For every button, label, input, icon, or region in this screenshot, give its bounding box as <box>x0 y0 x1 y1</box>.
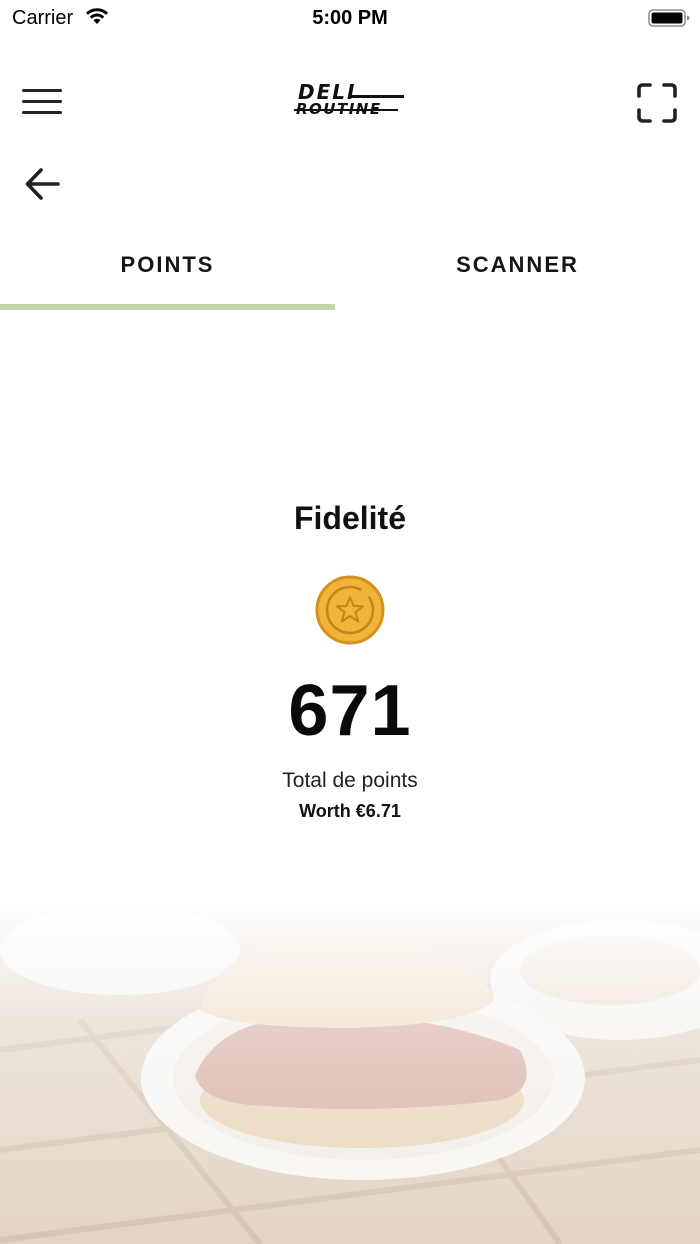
star-coin-icon <box>315 575 385 645</box>
points-total-label: Total de points <box>282 769 418 792</box>
sandwich-background-image <box>0 900 700 1244</box>
loyalty-title: Fidelité <box>293 500 406 536</box>
arrow-left-icon[interactable] <box>24 166 62 202</box>
points-total-value: 671 <box>288 671 412 751</box>
deli-routine-logo: DELI ROUTINE <box>294 80 406 128</box>
app-header: DELI ROUTINE <box>0 70 700 134</box>
status-bar: Carrier 5:00 PM <box>0 0 700 40</box>
logo-underline <box>350 95 404 98</box>
tab-scanner-label: SCANNER <box>456 252 579 277</box>
loyalty-section: Fidelité 671 Total de points Worth €6.71 <box>0 500 700 822</box>
points-worth: Worth €6.71 <box>299 801 401 821</box>
tab-scanner[interactable]: SCANNER <box>350 232 685 310</box>
active-tab-indicator <box>0 304 335 310</box>
scan-frame-icon[interactable] <box>636 82 678 124</box>
logo-text-routine: ROUTINE <box>296 100 382 118</box>
tab-points-label: POINTS <box>120 252 215 277</box>
tab-points[interactable]: POINTS <box>0 232 335 310</box>
battery-icon <box>648 9 690 27</box>
tab-bar: POINTS SCANNER <box>0 232 700 310</box>
hamburger-menu-icon[interactable] <box>22 89 62 115</box>
status-time: 5:00 PM <box>312 7 388 29</box>
